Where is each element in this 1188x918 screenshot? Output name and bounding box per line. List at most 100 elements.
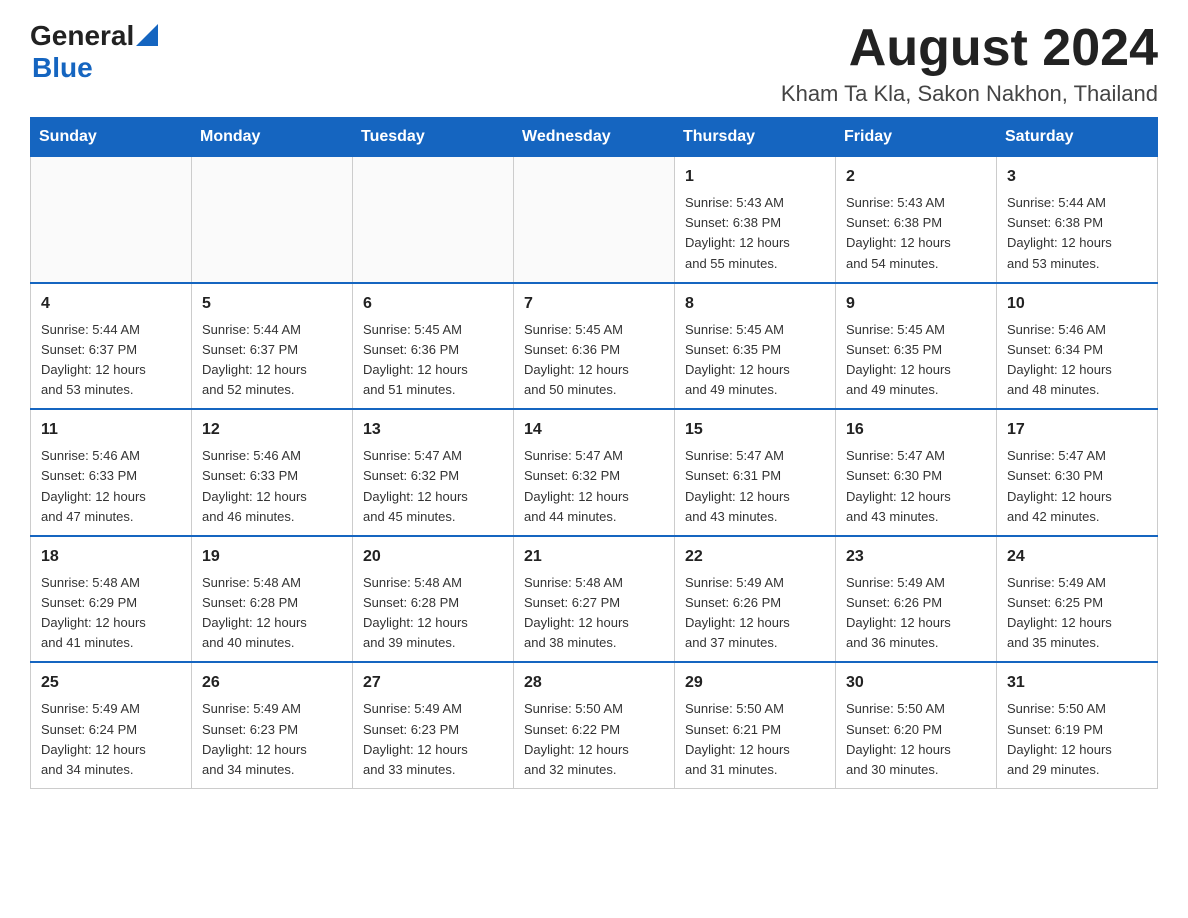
day-number: 29 — [685, 671, 825, 695]
day-info: Sunrise: 5:49 AMSunset: 6:26 PMDaylight:… — [685, 573, 825, 654]
calendar-day-cell: 21 Sunrise: 5:48 AMSunset: 6:27 PMDayligh… — [514, 536, 675, 663]
day-number: 27 — [363, 671, 503, 695]
day-info: Sunrise: 5:47 AMSunset: 6:30 PMDaylight:… — [846, 446, 986, 527]
day-number: 12 — [202, 418, 342, 442]
calendar-day-header: Thursday — [675, 118, 836, 157]
day-info: Sunrise: 5:50 AMSunset: 6:20 PMDaylight:… — [846, 699, 986, 780]
day-number: 31 — [1007, 671, 1147, 695]
calendar-day-header: Sunday — [31, 118, 192, 157]
day-info: Sunrise: 5:47 AMSunset: 6:32 PMDaylight:… — [363, 446, 503, 527]
calendar-day-cell: 6Sunrise: 5:45 AMSunset: 6:36 PMDaylight… — [353, 283, 514, 410]
day-number: 2 — [846, 165, 986, 189]
day-info: Sunrise: 5:50 AMSunset: 6:19 PMDaylight:… — [1007, 699, 1147, 780]
day-info: Sunrise: 5:43 AMSunset: 6:38 PMDaylight:… — [685, 193, 825, 274]
calendar-day-cell: 18 Sunrise: 5:48 AMSunset: 6:29 PMDayligh… — [31, 536, 192, 663]
day-info: Sunrise: 5:49 AMSunset: 6:23 PMDaylight:… — [202, 699, 342, 780]
calendar-day-cell: 2 Sunrise: 5:43 AMSunset: 6:38 PMDaylight… — [836, 157, 997, 283]
calendar-day-cell: 11Sunrise: 5:46 AMSunset: 6:33 PMDayligh… — [31, 409, 192, 536]
day-info: Sunrise: 5:43 AMSunset: 6:38 PMDaylight:… — [846, 193, 986, 274]
calendar-day-cell: 26 Sunrise: 5:49 AMSunset: 6:23 PMDayligh… — [192, 662, 353, 788]
day-number: 3 — [1007, 165, 1147, 189]
calendar-day-cell: 12 Sunrise: 5:46 AMSunset: 6:33 PMDayligh… — [192, 409, 353, 536]
day-number: 24 — [1007, 545, 1147, 569]
calendar-day-cell — [514, 157, 675, 283]
day-info: Sunrise: 5:48 AMSunset: 6:28 PMDaylight:… — [202, 573, 342, 654]
calendar-day-cell: 27 Sunrise: 5:49 AMSunset: 6:23 PMDayligh… — [353, 662, 514, 788]
day-number: 13 — [363, 418, 503, 442]
day-info: Sunrise: 5:47 AMSunset: 6:31 PMDaylight:… — [685, 446, 825, 527]
day-info: Sunrise: 5:48 AMSunset: 6:27 PMDaylight:… — [524, 573, 664, 654]
day-info: Sunrise: 5:50 AMSunset: 6:21 PMDaylight:… — [685, 699, 825, 780]
day-info: Sunrise: 5:46 AMSunset: 6:34 PMDaylight:… — [1007, 320, 1147, 401]
day-info: Sunrise: 5:49 AMSunset: 6:23 PMDaylight:… — [363, 699, 503, 780]
calendar-day-cell: 10 Sunrise: 5:46 AMSunset: 6:34 PMDayligh… — [997, 283, 1158, 410]
day-number: 11 — [41, 418, 181, 442]
day-info: Sunrise: 5:50 AMSunset: 6:22 PMDaylight:… — [524, 699, 664, 780]
day-info: Sunrise: 5:45 AMSunset: 6:36 PMDaylight:… — [363, 320, 503, 401]
calendar-day-cell: 14 Sunrise: 5:47 AMSunset: 6:32 PMDayligh… — [514, 409, 675, 536]
month-year-heading: August 2024 — [781, 20, 1158, 77]
day-info: Sunrise: 5:49 AMSunset: 6:26 PMDaylight:… — [846, 573, 986, 654]
calendar-day-cell: 29 Sunrise: 5:50 AMSunset: 6:21 PMDayligh… — [675, 662, 836, 788]
calendar-week-row: 18 Sunrise: 5:48 AMSunset: 6:29 PMDayligh… — [31, 536, 1158, 663]
calendar-day-cell: 22 Sunrise: 5:49 AMSunset: 6:26 PMDayligh… — [675, 536, 836, 663]
calendar-day-cell: 8Sunrise: 5:45 AMSunset: 6:35 PMDaylight… — [675, 283, 836, 410]
calendar-day-cell: 20Sunrise: 5:48 AMSunset: 6:28 PMDayligh… — [353, 536, 514, 663]
day-number: 7 — [524, 292, 664, 316]
day-number: 14 — [524, 418, 664, 442]
logo: General Blue — [30, 20, 158, 84]
calendar-day-header: Tuesday — [353, 118, 514, 157]
day-info: Sunrise: 5:45 AMSunset: 6:35 PMDaylight:… — [846, 320, 986, 401]
day-info: Sunrise: 5:47 AMSunset: 6:30 PMDaylight:… — [1007, 446, 1147, 527]
title-section: August 2024 Kham Ta Kla, Sakon Nakhon, T… — [781, 20, 1158, 107]
calendar-day-cell: 4 Sunrise: 5:44 AMSunset: 6:37 PMDaylight… — [31, 283, 192, 410]
day-number: 23 — [846, 545, 986, 569]
day-number: 26 — [202, 671, 342, 695]
calendar-day-cell: 31 Sunrise: 5:50 AMSunset: 6:19 PMDayligh… — [997, 662, 1158, 788]
logo-general-text: General — [30, 20, 134, 52]
logo-triangle-icon — [136, 24, 158, 46]
calendar-table: SundayMondayTuesdayWednesdayThursdayFrid… — [30, 117, 1158, 789]
calendar-day-cell: 30 Sunrise: 5:50 AMSunset: 6:20 PMDayligh… — [836, 662, 997, 788]
calendar-day-cell: 15Sunrise: 5:47 AMSunset: 6:31 PMDayligh… — [675, 409, 836, 536]
day-info: Sunrise: 5:49 AMSunset: 6:24 PMDaylight:… — [41, 699, 181, 780]
day-number: 16 — [846, 418, 986, 442]
day-info: Sunrise: 5:44 AMSunset: 6:37 PMDaylight:… — [41, 320, 181, 401]
day-info: Sunrise: 5:48 AMSunset: 6:29 PMDaylight:… — [41, 573, 181, 654]
calendar-day-cell: 28 Sunrise: 5:50 AMSunset: 6:22 PMDayligh… — [514, 662, 675, 788]
day-info: Sunrise: 5:49 AMSunset: 6:25 PMDaylight:… — [1007, 573, 1147, 654]
logo-blue-text: Blue — [32, 52, 158, 84]
calendar-week-row: 25 Sunrise: 5:49 AMSunset: 6:24 PMDayligh… — [31, 662, 1158, 788]
calendar-day-cell: 23 Sunrise: 5:49 AMSunset: 6:26 PMDayligh… — [836, 536, 997, 663]
day-number: 18 — [41, 545, 181, 569]
day-number: 4 — [41, 292, 181, 316]
day-info: Sunrise: 5:48 AMSunset: 6:28 PMDaylight:… — [363, 573, 503, 654]
calendar-day-cell: 5Sunrise: 5:44 AMSunset: 6:37 PMDaylight… — [192, 283, 353, 410]
calendar-day-cell — [353, 157, 514, 283]
calendar-day-header: Monday — [192, 118, 353, 157]
day-number: 1 — [685, 165, 825, 189]
calendar-day-cell: 9Sunrise: 5:45 AMSunset: 6:35 PMDaylight… — [836, 283, 997, 410]
day-number: 19 — [202, 545, 342, 569]
day-number: 21 — [524, 545, 664, 569]
day-number: 10 — [1007, 292, 1147, 316]
day-number: 25 — [41, 671, 181, 695]
calendar-day-cell: 25 Sunrise: 5:49 AMSunset: 6:24 PMDayligh… — [31, 662, 192, 788]
calendar-day-cell: 16 Sunrise: 5:47 AMSunset: 6:30 PMDayligh… — [836, 409, 997, 536]
calendar-day-cell: 3Sunrise: 5:44 AMSunset: 6:38 PMDaylight… — [997, 157, 1158, 283]
day-info: Sunrise: 5:45 AMSunset: 6:35 PMDaylight:… — [685, 320, 825, 401]
calendar-header-row: SundayMondayTuesdayWednesdayThursdayFrid… — [31, 118, 1158, 157]
day-number: 22 — [685, 545, 825, 569]
calendar-day-cell — [192, 157, 353, 283]
location-subheading: Kham Ta Kla, Sakon Nakhon, Thailand — [781, 81, 1158, 107]
calendar-week-row: 4 Sunrise: 5:44 AMSunset: 6:37 PMDaylight… — [31, 283, 1158, 410]
calendar-week-row: 1 Sunrise: 5:43 AMSunset: 6:38 PMDaylight… — [31, 157, 1158, 283]
day-info: Sunrise: 5:47 AMSunset: 6:32 PMDaylight:… — [524, 446, 664, 527]
day-number: 30 — [846, 671, 986, 695]
day-info: Sunrise: 5:46 AMSunset: 6:33 PMDaylight:… — [202, 446, 342, 527]
day-number: 28 — [524, 671, 664, 695]
calendar-day-cell: 17Sunrise: 5:47 AMSunset: 6:30 PMDayligh… — [997, 409, 1158, 536]
calendar-day-cell: 24 Sunrise: 5:49 AMSunset: 6:25 PMDayligh… — [997, 536, 1158, 663]
calendar-day-header: Wednesday — [514, 118, 675, 157]
calendar-week-row: 11 Sunrise: 5:46 AMSunset: 6:33 PMDayligh… — [31, 409, 1158, 536]
